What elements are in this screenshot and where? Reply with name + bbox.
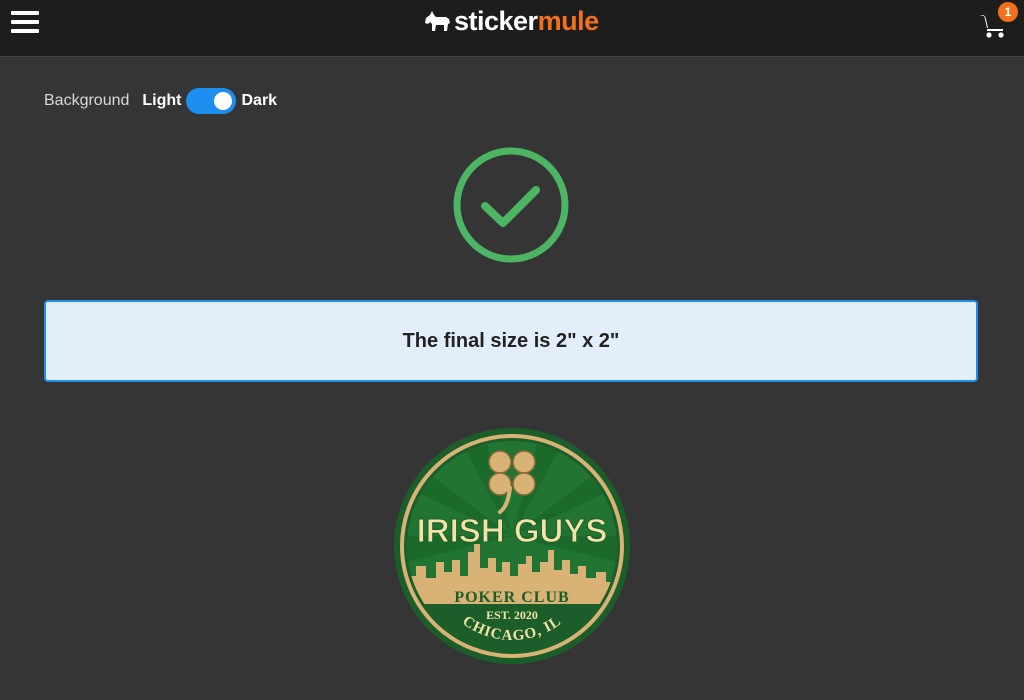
sticker-established: EST. 2020: [486, 608, 538, 622]
option-light-label[interactable]: Light: [142, 92, 181, 110]
background-toggle-switch[interactable]: [186, 88, 237, 114]
cart-count-badge: 1: [998, 2, 1018, 22]
stickermule-logo[interactable]: sticker mule: [424, 6, 599, 36]
shopping-cart-button[interactable]: 1: [978, 2, 1018, 40]
final-size-text: The final size is 2" x 2": [402, 329, 620, 352]
logo-text-mule: mule: [537, 6, 600, 36]
final-size-banner: The final size is 2" x 2": [44, 300, 978, 382]
hamburger-icon[interactable]: [11, 9, 41, 37]
background-label: Background: [44, 92, 130, 109]
check-circle-icon: [453, 147, 569, 263]
option-dark-label[interactable]: Dark: [241, 92, 277, 110]
sticker-subtitle: POKER CLUB: [454, 589, 569, 606]
toggle-knob: [214, 92, 233, 110]
mule-logo-icon: [425, 11, 450, 31]
sticker-title: IRISH GUYS: [417, 512, 608, 549]
background-toggle-row: Background Light Dark: [44, 88, 277, 114]
logo-text-sticker: sticker: [454, 6, 538, 36]
sticker-preview: IRISH GUYS POKER CLUB EST. 2020 CHICAGO,…: [394, 428, 630, 664]
top-navigation-bar: sticker mule 1: [0, 0, 1024, 57]
